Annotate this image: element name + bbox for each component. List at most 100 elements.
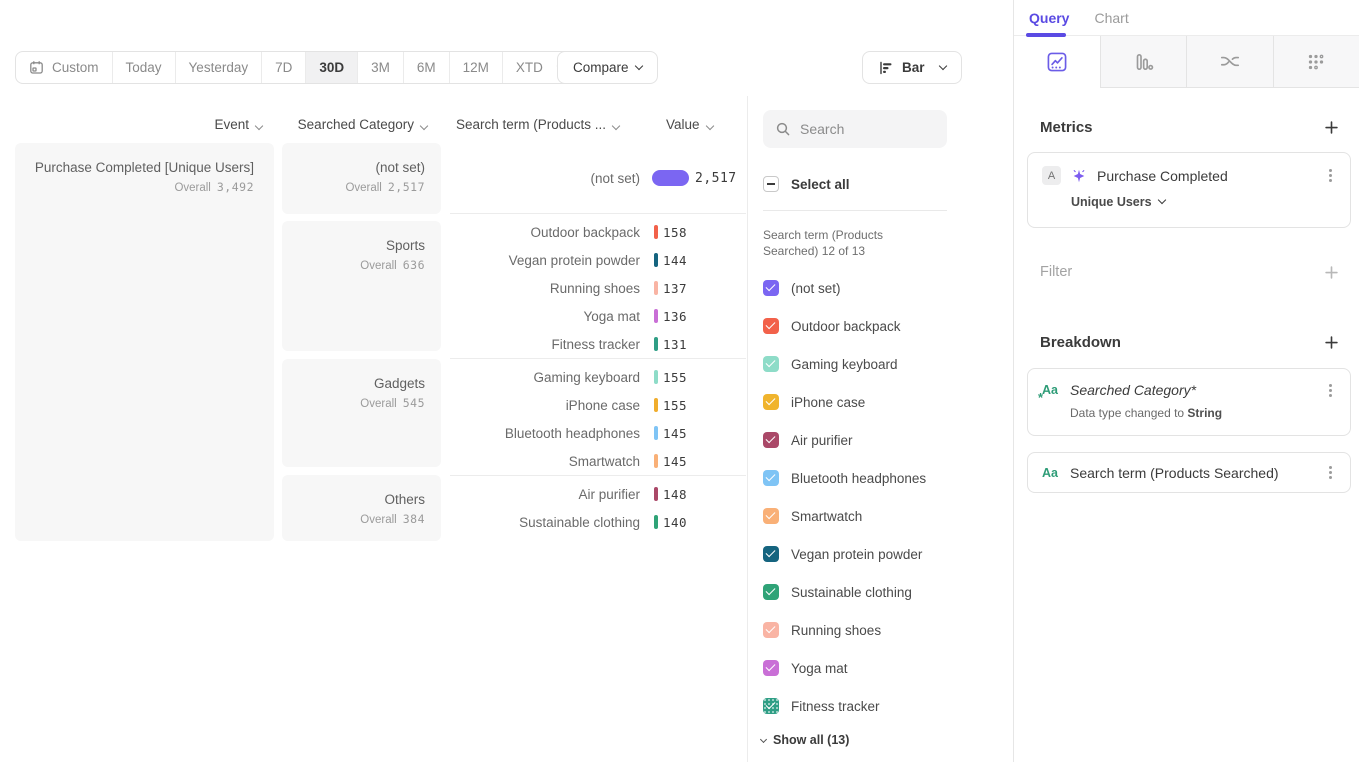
flows-icon — [1219, 51, 1241, 73]
kebab-menu-icon[interactable] — [1329, 471, 1332, 474]
legend-item[interactable]: (not set) — [763, 269, 1008, 307]
date-range-7d[interactable]: 7D — [261, 52, 305, 83]
tab-insights[interactable] — [1014, 36, 1100, 88]
checkbox-checked-icon[interactable] — [763, 546, 779, 562]
show-all-link[interactable]: Show all (13) — [761, 733, 849, 747]
tab-chart[interactable]: Chart — [1094, 10, 1128, 26]
metric-card[interactable]: A Purchase Completed Unique Users — [1027, 152, 1351, 228]
checkbox-checked-icon[interactable] — [763, 356, 779, 372]
breakdown-card[interactable]: Aa Search term (Products Searched) — [1027, 452, 1351, 493]
event-overall: Overall3,492 — [15, 180, 254, 194]
table-row[interactable]: Outdoor backpack158 — [450, 218, 746, 246]
value-bar[interactable] — [654, 398, 658, 412]
event-title: Purchase Completed [Unique Users] — [15, 160, 254, 175]
column-header-searched-category[interactable]: Searched Category — [282, 117, 427, 132]
checkbox-checked-icon[interactable] — [763, 432, 779, 448]
date-range-today[interactable]: Today — [112, 52, 175, 83]
value-bar[interactable] — [654, 225, 658, 239]
checkbox-checked-icon[interactable] — [763, 280, 779, 296]
tab-flows[interactable] — [1186, 36, 1273, 88]
legend-item[interactable]: Bluetooth headphones — [763, 459, 1008, 497]
kebab-menu-icon[interactable] — [1329, 389, 1332, 392]
add-metric-button[interactable] — [1325, 121, 1338, 134]
date-range-yesterday[interactable]: Yesterday — [175, 52, 262, 83]
chart-type-button[interactable]: Bar — [862, 51, 962, 84]
legend-item[interactable]: Air purifier — [763, 421, 1008, 459]
value-bar[interactable] — [654, 309, 658, 323]
checkbox-checked-icon[interactable] — [763, 584, 779, 600]
legend-item[interactable]: Running shoes — [763, 611, 1008, 649]
category-card[interactable]: Sports Overall636 — [282, 221, 441, 351]
value-bar[interactable] — [652, 170, 689, 186]
column-header-value[interactable]: Value — [666, 117, 713, 132]
add-breakdown-button[interactable] — [1325, 336, 1338, 349]
value-bar[interactable] — [654, 426, 658, 440]
legend-item[interactable]: iPhone case — [763, 383, 1008, 421]
value-bar[interactable] — [654, 253, 658, 267]
table-row[interactable]: Air purifier148 — [450, 480, 746, 508]
value-bar[interactable] — [654, 515, 658, 529]
datatype-note: Data type changed to String — [1070, 406, 1336, 420]
term-group: Outdoor backpack158 Vegan protein powder… — [450, 213, 746, 358]
legend-filter-panel: Select all Search term (Products Searche… — [747, 96, 1013, 762]
chevron-down-icon — [1157, 196, 1165, 204]
checkbox-checked-icon[interactable] — [763, 698, 779, 714]
measure-dropdown[interactable]: Unique Users — [1071, 195, 1336, 209]
value-bar[interactable] — [654, 337, 658, 351]
indeterminate-checkbox-icon[interactable] — [763, 176, 779, 192]
checkbox-checked-icon[interactable] — [763, 660, 779, 676]
column-header-search-term[interactable]: Search term (Products ... — [456, 117, 619, 132]
checkbox-checked-icon[interactable] — [763, 318, 779, 334]
legend-item[interactable]: Fitness tracker — [763, 687, 1008, 725]
checkbox-checked-icon[interactable] — [763, 470, 779, 486]
date-range-3m[interactable]: 3M — [357, 52, 403, 83]
checkbox-checked-icon[interactable] — [763, 622, 779, 638]
category-card[interactable]: (not set) Overall2,517 — [282, 143, 441, 214]
value-bar[interactable] — [654, 487, 658, 501]
table-row[interactable]: (not set) 2,517 — [450, 143, 746, 213]
value-bar[interactable] — [654, 454, 658, 468]
value-bar[interactable] — [654, 281, 658, 295]
legend-item[interactable]: Smartwatch — [763, 497, 1008, 535]
checkbox-checked-icon[interactable] — [763, 508, 779, 524]
date-range-12m[interactable]: 12M — [449, 52, 502, 83]
breakdown-card[interactable]: Aa Searched Category* Data type changed … — [1027, 368, 1351, 436]
legend-search[interactable] — [763, 110, 947, 148]
table-row[interactable]: Running shoes137 — [450, 274, 746, 302]
checkbox-checked-icon[interactable] — [763, 394, 779, 410]
value-bar[interactable] — [654, 370, 658, 384]
legend-items: (not set) Outdoor backpack Gaming keyboa… — [763, 269, 1008, 725]
table-row[interactable]: Bluetooth headphones145 — [450, 419, 746, 447]
kebab-menu-icon[interactable] — [1329, 174, 1332, 177]
category-card[interactable]: Others Overall384 — [282, 475, 441, 541]
table-row[interactable]: Sustainable clothing140 — [450, 508, 746, 536]
date-range-30d[interactable]: 30D — [305, 52, 357, 83]
select-all-checkbox[interactable]: Select all — [763, 176, 850, 192]
table-row[interactable]: Fitness tracker131 — [450, 330, 746, 358]
search-input[interactable] — [800, 121, 930, 137]
metrics-title: Metrics — [1040, 119, 1093, 136]
date-range-custom[interactable]: Custom — [16, 52, 112, 83]
filter-section-header: Filter — [1040, 264, 1338, 280]
legend-item[interactable]: Sustainable clothing — [763, 573, 1008, 611]
event-segment-card[interactable]: Purchase Completed [Unique Users] Overal… — [15, 143, 274, 541]
term-group: Air purifier148 Sustainable clothing140 — [450, 475, 746, 536]
add-filter-button[interactable] — [1325, 266, 1338, 279]
date-range-6m[interactable]: 6M — [403, 52, 449, 83]
table-row[interactable]: Yoga mat136 — [450, 302, 746, 330]
table-row[interactable]: Gaming keyboard155 — [450, 363, 746, 391]
compare-button[interactable]: Compare — [557, 51, 658, 84]
table-row[interactable]: Smartwatch145 — [450, 447, 746, 475]
column-header-event[interactable]: Event — [15, 117, 262, 132]
tab-query[interactable]: Query — [1029, 10, 1069, 26]
legend-item[interactable]: Vegan protein powder — [763, 535, 1008, 573]
legend-item[interactable]: Gaming keyboard — [763, 345, 1008, 383]
legend-item[interactable]: Yoga mat — [763, 649, 1008, 687]
insights-report-page: Custom Today Yesterday 7D 30D 3M 6M 12M … — [0, 0, 1359, 762]
legend-item[interactable]: Outdoor backpack — [763, 307, 1008, 345]
table-row[interactable]: iPhone case155 — [450, 391, 746, 419]
table-row[interactable]: Vegan protein powder144 — [450, 246, 746, 274]
tab-funnels[interactable] — [1100, 36, 1187, 88]
tab-retention[interactable] — [1273, 36, 1359, 88]
category-card[interactable]: Gadgets Overall545 — [282, 359, 441, 467]
